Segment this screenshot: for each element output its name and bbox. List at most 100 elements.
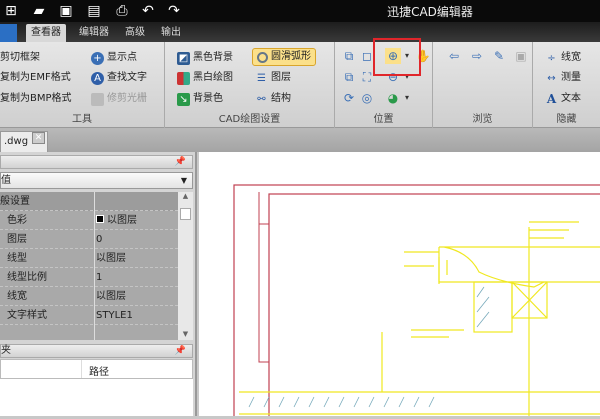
- app-title: 迅捷CAD编辑器: [387, 5, 473, 19]
- document-tabs: .dwg ✕: [0, 128, 600, 152]
- pin-icon[interactable]: 📌: [175, 156, 186, 168]
- group-tools: 剪切框架 复制为EMF格式 复制为BMP格式 + 显示点 A 查找文字 修剪光栅 工…: [0, 42, 165, 128]
- note-lines: [411, 329, 464, 338]
- label: 查找文字: [107, 72, 147, 83]
- scroll-up-icon[interactable]: ▲: [178, 192, 193, 200]
- label: 背景色: [193, 93, 223, 104]
- hatch-pattern: [248, 286, 490, 408]
- tab-advanced[interactable]: 高级: [120, 24, 150, 42]
- cad-geometry: [239, 221, 600, 416]
- bw-drawing-button[interactable]: 黑白绘图: [177, 69, 233, 87]
- forward-arrow-icon[interactable]: ⇨: [469, 48, 485, 64]
- title-strip: [258, 223, 270, 363]
- label: 黑色背景: [193, 52, 233, 63]
- annotation-lines: [529, 221, 579, 239]
- raster-icon: [91, 92, 104, 106]
- property-row[interactable]: 文字样式 STYLE1: [0, 306, 178, 325]
- property-row[interactable]: 线宽 以图层: [0, 287, 178, 306]
- tab-viewer[interactable]: 查看器: [26, 24, 66, 42]
- property-row[interactable]: 色彩 以图层: [0, 211, 178, 230]
- property-row[interactable]: 线型比例 1: [0, 268, 178, 287]
- layers-button[interactable]: ☰ 图层: [255, 69, 291, 87]
- chevron-down-icon: ▼: [180, 176, 187, 185]
- property-name: 图层: [7, 234, 27, 245]
- extents-icon[interactable]: ⧉: [341, 69, 357, 85]
- inner-border: [268, 193, 600, 419]
- properties-combo[interactable]: 值 ▼: [0, 172, 193, 189]
- group-label: 隐藏: [556, 114, 577, 125]
- combo-value: 值: [1, 175, 11, 186]
- back-arrow-icon[interactable]: ⇦: [446, 48, 462, 64]
- orbit-dropdown-icon[interactable]: ▾: [399, 90, 415, 106]
- bw-drawing-icon: [177, 71, 190, 85]
- black-bg-button[interactable]: ◩ 黑色背景: [177, 49, 233, 67]
- find-text-button[interactable]: A 查找文字: [91, 69, 147, 87]
- show-points-button[interactable]: + 显示点: [91, 49, 137, 67]
- property-row[interactable]: 线型 以图层: [0, 249, 178, 268]
- group-label: 浏览: [472, 114, 493, 125]
- edit-view-icon[interactable]: ✎: [491, 48, 507, 64]
- text-button[interactable]: A 文本: [545, 90, 581, 108]
- property-scrollbar[interactable]: ▲ ▼: [178, 192, 193, 340]
- rotate-3d-icon[interactable]: ⟳: [341, 90, 357, 106]
- clip-frame-button[interactable]: 剪切框架: [0, 49, 40, 67]
- title-bar: ⊞ ▰ ▣ ▤ ⎙ ↶ ↷ 迅捷CAD编辑器: [0, 0, 600, 22]
- document-tab-label: .dwg: [4, 136, 29, 147]
- pin-icon[interactable]: 📌: [175, 345, 186, 357]
- zoom-previous-icon[interactable]: ◎: [359, 90, 375, 106]
- column-divider: [81, 360, 82, 378]
- trim-raster-button[interactable]: 修剪光栅: [91, 90, 147, 108]
- property-name: 线宽: [7, 291, 27, 302]
- structure-button[interactable]: ⚯ 结构: [255, 90, 291, 108]
- close-icon[interactable]: ✕: [32, 132, 45, 144]
- crosshair-icon: +: [91, 51, 104, 65]
- group-label: 工具: [72, 114, 92, 125]
- files-list[interactable]: [0, 379, 193, 416]
- scroll-down-icon[interactable]: ▼: [178, 330, 193, 338]
- dimension-lines: [404, 251, 448, 284]
- cad-drawing: [233, 184, 600, 419]
- tab-editor[interactable]: 编辑器: [74, 24, 114, 42]
- property-row[interactable]: 图层 0: [0, 230, 178, 249]
- group-label: 位置: [373, 114, 394, 125]
- find-text-icon: A: [91, 71, 104, 85]
- layers-icon: ☰: [257, 72, 266, 84]
- ribbon-tabs: 查看器 编辑器 高级 输出: [0, 22, 600, 42]
- scroll-thumb[interactable]: [180, 208, 191, 220]
- copy-bmp-button[interactable]: 复制为BMP格式: [0, 90, 72, 108]
- copy-emf-button[interactable]: 复制为EMF格式: [0, 69, 71, 87]
- tab-output[interactable]: 输出: [156, 24, 186, 42]
- properties-panel: 📌 值 ▼ 般设置 色彩 以图层 图层 0 线型 以图层 线型比例 1 线宽 以图层 文字样…: [0, 152, 197, 416]
- label: 复制为BMP格式: [0, 93, 72, 104]
- black-bg-icon: ◩: [177, 51, 190, 65]
- measure-button[interactable]: ↔ 测量: [545, 69, 581, 87]
- smooth-arc-icon: [257, 51, 268, 63]
- floor-lines: [239, 391, 600, 415]
- property-name: 线型比例: [7, 272, 47, 283]
- fit-icon[interactable]: ⧉: [341, 48, 357, 64]
- wall-block: [473, 281, 513, 333]
- ledge-outline: [438, 246, 600, 288]
- highlight-box: [373, 38, 421, 76]
- label: 黑白绘图: [193, 72, 233, 83]
- label: 剪切框架: [0, 52, 40, 63]
- file-menu-button[interactable]: [0, 24, 17, 42]
- property-name: 色彩: [7, 215, 27, 226]
- section-row[interactable]: 般设置: [0, 192, 178, 211]
- outer-border: [233, 184, 600, 419]
- property-name: 文字样式: [7, 310, 47, 321]
- label: 显示点: [107, 52, 137, 63]
- group-label: CAD绘图设置: [218, 114, 281, 125]
- bg-color-button[interactable]: ↘ 背景色: [177, 90, 223, 108]
- drawing-canvas[interactable]: [199, 152, 600, 419]
- smooth-arc-button[interactable]: 圆滑弧形: [252, 48, 316, 66]
- bg-color-icon: ↘: [177, 92, 190, 106]
- structure-icon: ⚯: [257, 93, 266, 105]
- column-divider: [94, 192, 95, 340]
- label: 结构: [271, 93, 291, 104]
- restore-view-icon[interactable]: ▣: [513, 48, 529, 64]
- label: 修剪光栅: [107, 93, 147, 104]
- path-column-header[interactable]: 路径: [89, 363, 109, 378]
- color-swatch: [96, 215, 104, 223]
- lineweight-button[interactable]: ÷ 线宽: [545, 49, 581, 67]
